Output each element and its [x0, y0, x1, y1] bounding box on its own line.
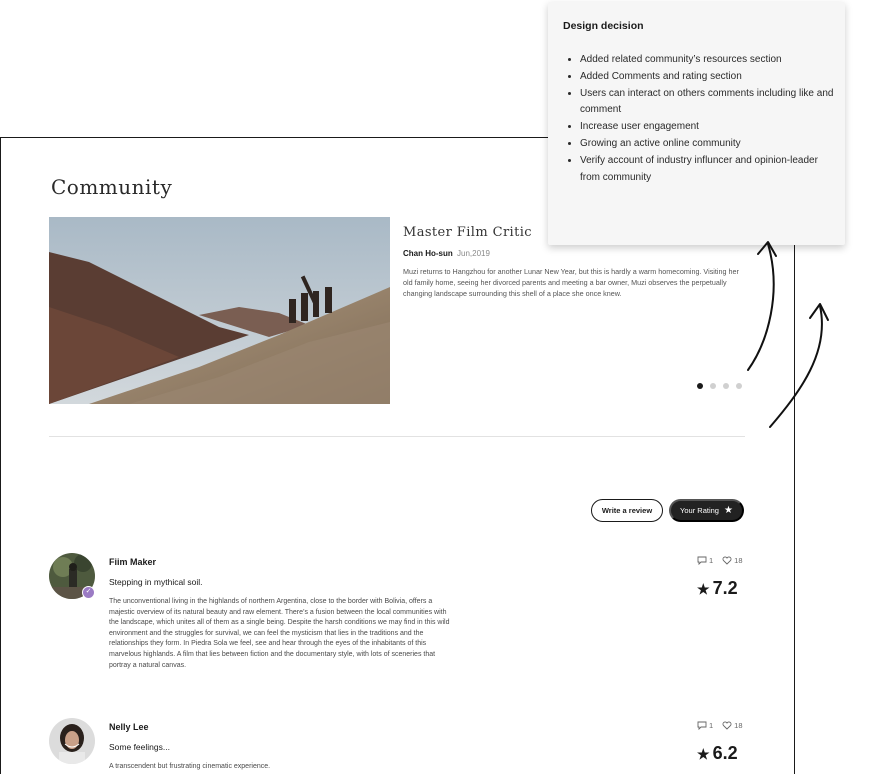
page-title: Community: [51, 175, 173, 199]
featured-film-image[interactable]: [49, 217, 390, 404]
carousel-dot[interactable]: [697, 383, 703, 389]
star-icon: ★: [723, 505, 733, 516]
like-button[interactable]: 18: [722, 721, 743, 730]
avatar[interactable]: [49, 718, 95, 764]
design-decision-panel: Design decision Added related community’…: [548, 2, 845, 245]
like-button[interactable]: 18: [722, 556, 743, 565]
featured-author[interactable]: Chan Ho-sun: [403, 249, 453, 258]
design-decision-title: Design decision: [563, 20, 644, 32]
your-rating-label: Your Rating: [680, 506, 719, 515]
design-decision-item: Added Comments and rating section: [580, 69, 835, 86]
comment-button[interactable]: 1: [697, 721, 713, 730]
design-decision-item: Growing an active online community: [580, 136, 835, 153]
comment-icon: [697, 556, 707, 565]
review-headline: Some feelings...: [109, 742, 170, 752]
design-decision-list: Added related community’s resources sect…: [580, 52, 835, 186]
review-stats: 1 18: [697, 556, 743, 565]
design-decision-item: Added related community’s resources sect…: [580, 52, 835, 69]
featured-description: Muzi returns to Hangzhou for another Lun…: [403, 267, 739, 298]
star-icon: ★: [697, 581, 710, 597]
section-divider: [49, 436, 745, 437]
design-decision-item: Users can interact on others comments in…: [580, 86, 835, 120]
design-decision-item: Verify account of industry influncer and…: [580, 153, 835, 187]
reviewer-name[interactable]: Fiim Maker: [109, 557, 156, 567]
score-value: 7.2: [712, 578, 738, 598]
comment-count: 1: [709, 556, 714, 565]
review-body: A transcendent but frustrating cinematic…: [109, 763, 271, 770]
like-count: 18: [734, 721, 743, 730]
review-score: ★ 7.2: [697, 578, 738, 599]
featured-title: Master Film Critic: [403, 225, 532, 240]
star-icon: ★: [697, 746, 710, 762]
reviewer-name[interactable]: Nelly Lee: [109, 722, 149, 732]
review-stats: 1 18: [697, 721, 743, 730]
review-body: The unconventional living in the highlan…: [109, 598, 450, 669]
heart-icon: [722, 721, 732, 730]
heart-icon: [722, 556, 732, 565]
carousel-dot[interactable]: [710, 383, 716, 389]
featured-meta: Chan Ho-sun Jun,2019: [403, 249, 490, 258]
review-headline: Stepping in mythical soil.: [109, 577, 203, 587]
check-badge-icon: ✓: [82, 586, 95, 599]
comment-icon: [697, 721, 707, 730]
carousel-dot[interactable]: [723, 383, 729, 389]
carousel-pagination: [697, 383, 742, 389]
comment-button[interactable]: 1: [697, 556, 713, 565]
comment-count: 1: [709, 721, 714, 730]
like-count: 18: [734, 556, 743, 565]
annotation-arrows: [747, 241, 829, 428]
review-score: ★ 6.2: [697, 743, 738, 764]
your-rating-button[interactable]: Your Rating ★: [669, 499, 744, 522]
design-decision-item: Increase user engagement: [580, 119, 835, 136]
featured-date: Jun,2019: [457, 249, 490, 258]
score-value: 6.2: [712, 743, 738, 763]
write-review-button[interactable]: Write a review: [591, 499, 663, 522]
